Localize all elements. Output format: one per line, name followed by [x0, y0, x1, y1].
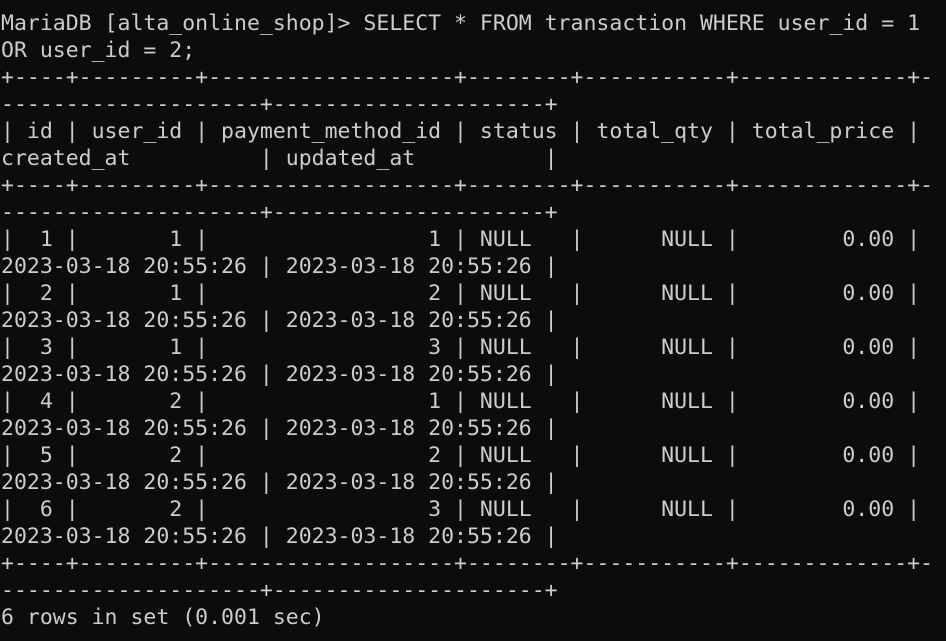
table-row: | 1 | 1 | 1 | NULL | NULL | 0.00 |: [1, 227, 921, 252]
table-row-wrap: 2023-03-18 20:55:26 | 2023-03-18 20:55:2…: [1, 524, 558, 549]
table-header: | id | user_id | payment_method_id | sta…: [1, 119, 921, 144]
result-summary: 6 rows in set (0.001 sec): [1, 605, 325, 630]
sql-prompt-continuation: OR user_id = 2;: [1, 38, 196, 63]
table-border-top: +----+---------+-------------------+----…: [1, 65, 933, 90]
table-header-wrap: created_at | updated_at |: [1, 146, 558, 171]
table-row: | 6 | 2 | 3 | NULL | NULL | 0.00 |: [1, 497, 921, 522]
table-row-wrap: 2023-03-18 20:55:26 | 2023-03-18 20:55:2…: [1, 254, 558, 279]
sql-prompt-line: MariaDB [alta_online_shop]> SELECT * FRO…: [1, 11, 921, 36]
table-row: | 5 | 2 | 2 | NULL | NULL | 0.00 |: [1, 443, 921, 468]
table-row-wrap: 2023-03-18 20:55:26 | 2023-03-18 20:55:2…: [1, 362, 558, 387]
table-border-top-wrap: --------------------+-------------------…: [1, 92, 558, 117]
terminal-window[interactable]: MariaDB [alta_online_shop]> SELECT * FRO…: [0, 0, 946, 641]
table-border-bottom-wrap: --------------------+-------------------…: [1, 578, 558, 603]
table-border-bottom: +----+---------+-------------------+----…: [1, 551, 933, 576]
table-row-wrap: 2023-03-18 20:55:26 | 2023-03-18 20:55:2…: [1, 308, 558, 333]
table-header-border-wrap: --------------------+-------------------…: [1, 200, 558, 225]
table-row-wrap: 2023-03-18 20:55:26 | 2023-03-18 20:55:2…: [1, 470, 558, 495]
table-row: | 2 | 1 | 2 | NULL | NULL | 0.00 |: [1, 281, 921, 306]
table-row-wrap: 2023-03-18 20:55:26 | 2023-03-18 20:55:2…: [1, 416, 558, 441]
table-row: | 4 | 2 | 1 | NULL | NULL | 0.00 |: [1, 389, 921, 414]
table-header-border: +----+---------+-------------------+----…: [1, 173, 933, 198]
table-row: | 3 | 1 | 3 | NULL | NULL | 0.00 |: [1, 335, 921, 360]
